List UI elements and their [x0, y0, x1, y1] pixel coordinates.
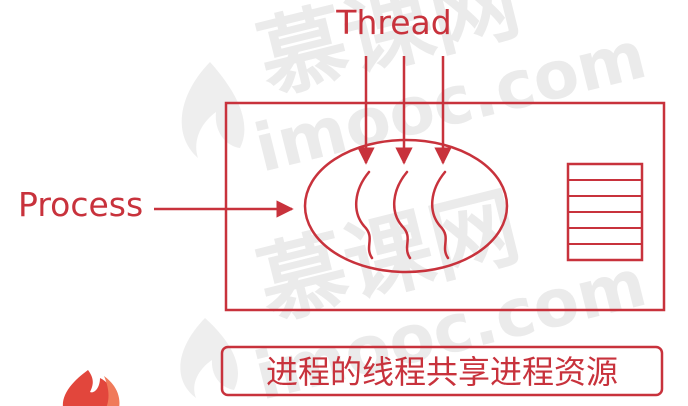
watermark-layer: 慕课网 imooc.com 慕课网 imooc.com [180, 0, 654, 406]
process-thread-diagram: 慕课网 imooc.com 慕课网 imooc.com Thread Proce… [18, 0, 666, 406]
caption-text: 进程的线程共享进程资源 [266, 353, 618, 391]
flame-logo-icon [180, 318, 238, 398]
thread-label: Thread [335, 3, 451, 42]
flame-logo-icon [181, 62, 245, 158]
brand-logo [62, 370, 120, 406]
process-label: Process [18, 185, 143, 224]
